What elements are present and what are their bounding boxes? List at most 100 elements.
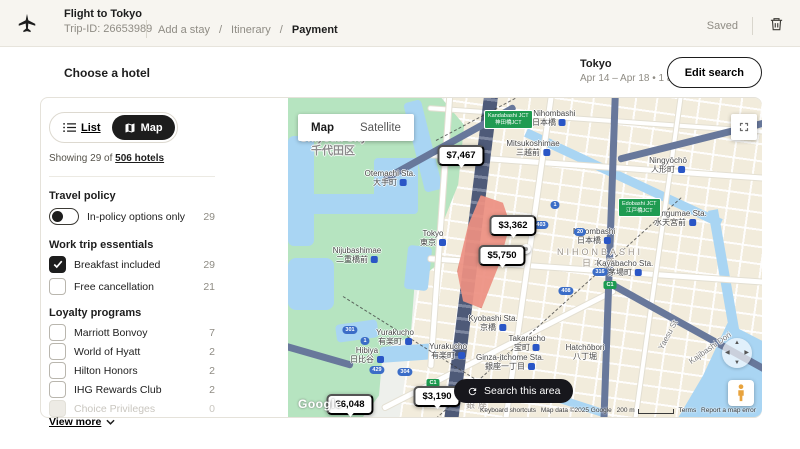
page-title: Choose a hotel — [64, 66, 150, 80]
breadcrumb-add-a-stay[interactable]: Add a stay — [158, 24, 210, 36]
hyatt-count: 2 — [209, 346, 215, 358]
breadcrumb-separator: / — [280, 24, 283, 36]
map-icon — [124, 122, 136, 134]
route-shield: 304 — [397, 368, 412, 376]
map-label-ginza-itchome: Ginza-itchome Sta. 銀座一丁目 — [476, 353, 544, 371]
keyboard-shortcuts-link[interactable]: Keyboard shortcuts — [480, 407, 536, 414]
trash-icon — [769, 16, 784, 32]
delete-trip-button[interactable] — [767, 14, 786, 37]
in-policy-count: 29 — [203, 211, 215, 223]
breadcrumb: Add a stay / Itinerary / Payment — [158, 24, 338, 36]
hotel-price-pin[interactable]: $7,467 — [437, 145, 484, 166]
hotel-price-pin[interactable]: $3,362 — [489, 215, 536, 236]
pan-control[interactable]: ▲ ▼ ◀ ▶ — [722, 338, 752, 368]
in-policy-toggle-row[interactable]: In-policy options only 29 — [49, 208, 215, 225]
filters-sidebar: List Map Showing 29 of 506 hotels Travel… — [41, 98, 288, 417]
top-right-actions: Saved — [707, 14, 786, 37]
map-label-hatchobori: Hatchōbori 八丁堀 — [566, 343, 605, 361]
kandabashi-jct-sign: Kandabashi JCT 神田橋JCT — [484, 110, 533, 129]
moat-water — [288, 258, 334, 310]
view-more-label: View more — [49, 416, 101, 428]
free-cancellation-checkbox[interactable] — [49, 278, 66, 295]
list-view-label: List — [81, 122, 101, 134]
travel-policy-heading: Travel policy — [49, 190, 116, 202]
list-view-button[interactable]: List — [52, 122, 112, 134]
map-label-nijubashimae: Nijubashimae 二重橋前 — [333, 246, 381, 264]
filter-world-of-hyatt[interactable]: World of Hyatt 2 — [49, 343, 215, 360]
free-cancellation-label: Free cancellation — [74, 281, 154, 293]
in-policy-toggle[interactable] — [49, 208, 79, 225]
map-scale: 200 m — [617, 407, 674, 414]
choice-checkbox — [49, 400, 66, 417]
choice-label: Choice Privileges — [74, 403, 155, 415]
toggle-knob — [52, 211, 63, 222]
map-label-tokyo: Tokyo 東京 — [420, 229, 446, 247]
pan-up-icon: ▲ — [734, 340, 740, 346]
pegman-streetview[interactable] — [728, 380, 754, 406]
map-label-ningyocho: Ningyōchō 人形町 — [649, 156, 687, 174]
fullscreen-button[interactable] — [731, 114, 757, 140]
route-shield: 1 — [550, 201, 559, 209]
ihg-checkbox[interactable] — [49, 381, 66, 398]
pan-down-icon: ▼ — [734, 360, 740, 366]
hilton-checkbox[interactable] — [49, 362, 66, 379]
map-label-takaracho: Takaracho 宝町 — [509, 334, 546, 352]
route-shield: 1 — [360, 337, 369, 345]
top-bar: Flight to Tokyo Trip-ID: 26653989 Add a … — [0, 0, 800, 47]
choice-count: 0 — [209, 403, 215, 415]
search-this-area-label: Search this area — [484, 385, 560, 397]
saved-status: Saved — [707, 20, 738, 32]
map-view-button[interactable]: Map — [112, 115, 175, 140]
results-summary: Showing 29 of 506 hotels — [49, 153, 164, 164]
trip-block: Flight to Tokyo Trip-ID: 26653989 — [64, 8, 152, 35]
breakfast-checkbox[interactable] — [49, 256, 66, 273]
map-label-kyobashi: Kyobashi Sta. 京橋 — [468, 314, 517, 332]
map-type-satellite[interactable]: Satellite — [347, 122, 414, 134]
search-this-area-button[interactable]: Search this area — [454, 379, 573, 403]
marriott-checkbox[interactable] — [49, 324, 66, 341]
free-cancellation-count: 21 — [203, 281, 215, 293]
edit-search-button[interactable]: Edit search — [667, 57, 762, 88]
google-logo[interactable]: Google — [298, 397, 342, 411]
trip-id: Trip-ID: 26653989 — [64, 23, 152, 35]
breadcrumb-itinerary[interactable]: Itinerary — [231, 24, 271, 36]
scale-bar — [638, 409, 674, 414]
route-shield: 301 — [342, 326, 357, 334]
pegman-icon — [735, 384, 747, 402]
map-label-yurakucho-1: Yurakucho 有楽町 — [376, 328, 414, 346]
route-shield: 408 — [558, 287, 573, 295]
filter-free-cancellation[interactable]: Free cancellation 21 — [49, 278, 215, 295]
route-shield: 316 — [592, 268, 607, 276]
sidebar-divider — [49, 176, 215, 177]
hotel-map[interactable]: Chiyoda City 千代田区 Otemachi Sta. 大手町 Toky… — [288, 98, 762, 417]
map-type-control: Map Satellite — [298, 114, 414, 141]
ihg-label: IHG Rewards Club — [74, 384, 162, 396]
view-more-button[interactable]: View more — [49, 416, 115, 428]
moat-water — [292, 194, 384, 214]
report-map-error-link[interactable]: Report a map error — [701, 407, 756, 414]
map-type-map[interactable]: Map — [298, 122, 347, 134]
hotels-count-link[interactable]: 506 hotels — [115, 153, 164, 164]
breadcrumb-payment[interactable]: Payment — [292, 24, 338, 36]
terms-link[interactable]: Terms — [679, 407, 697, 414]
map-label-otemachi: Otemachi Sta. 大手町 — [365, 169, 416, 187]
marriott-label: Marriott Bonvoy — [74, 327, 148, 339]
airplane-icon — [16, 12, 38, 34]
filter-hilton-honors[interactable]: Hilton Honors 2 — [49, 362, 215, 379]
breadcrumb-separator: / — [219, 24, 222, 36]
filter-choice-privileges: Choice Privileges 0 — [49, 400, 215, 417]
filter-breakfast-included[interactable]: Breakfast included 29 — [49, 256, 215, 273]
map-data-label: Map data ©2025 Google — [541, 407, 612, 414]
map-label-mitsukoshimae: Mitsukoshimae 三越前 — [506, 139, 559, 157]
hyatt-label: World of Hyatt — [74, 346, 140, 358]
hyatt-checkbox[interactable] — [49, 343, 66, 360]
header-divider — [146, 20, 147, 38]
scale-label: 200 m — [617, 407, 635, 414]
filter-ihg-rewards-club[interactable]: IHG Rewards Club 2 — [49, 381, 215, 398]
route-shield: 429 — [369, 366, 384, 374]
map-label-hibiya: Hibiya 日比谷 — [350, 346, 384, 364]
filter-marriott-bonvoy[interactable]: Marriott Bonvoy 7 — [49, 324, 215, 341]
map-attribution: Keyboard shortcuts Map data ©2025 Google… — [480, 407, 756, 414]
hotel-price-pin[interactable]: $5,750 — [478, 245, 525, 266]
route-shield-c1: C1 — [603, 281, 616, 289]
